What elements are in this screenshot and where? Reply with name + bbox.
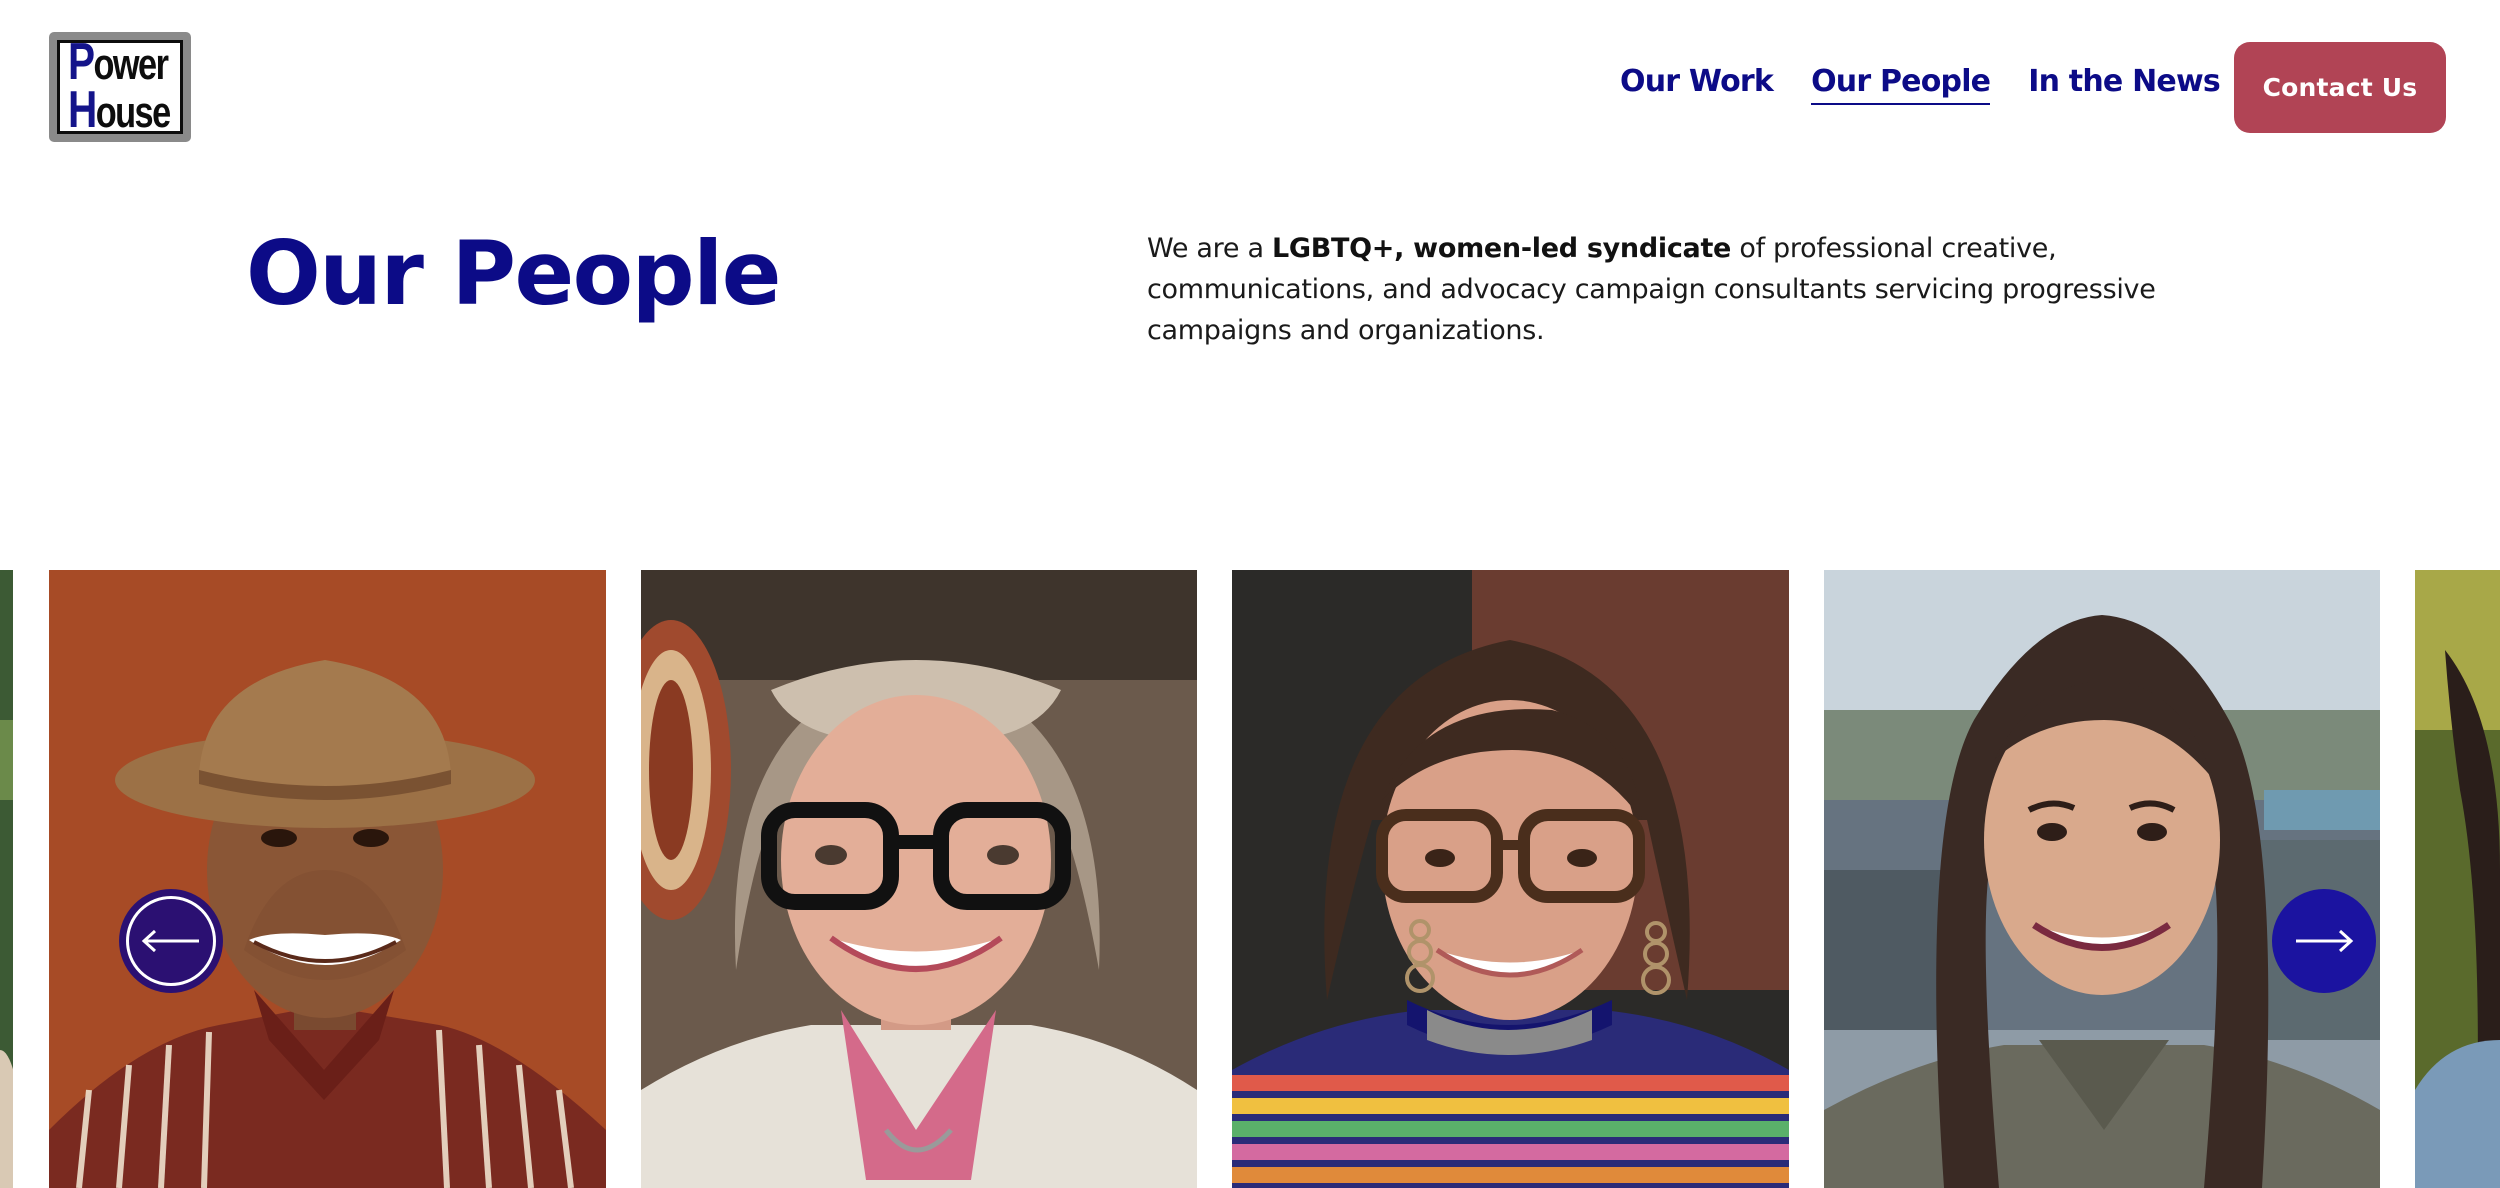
logo-text-line2: ouse: [95, 88, 171, 137]
person-card-partial-left[interactable]: [0, 570, 13, 1188]
person-photo: [1232, 570, 1789, 1188]
page-title: Our People: [246, 222, 781, 325]
carousel-next-button[interactable]: [2272, 889, 2376, 993]
person-card[interactable]: [1232, 570, 1789, 1188]
person-card-partial-right[interactable]: [2415, 570, 2500, 1188]
intro-highlight: LGBTQ+, women-led syndicate: [1271, 233, 1732, 264]
carousel-prev-button[interactable]: [119, 889, 223, 993]
contact-us-button[interactable]: Contact Us: [2234, 42, 2446, 133]
page: Power House Our Work Our People In the N…: [0, 0, 2500, 1188]
person-photo: [2415, 570, 2500, 1188]
person-photo: [49, 570, 606, 1188]
logo-wordmark: Power House: [57, 36, 183, 137]
people-carousel: [0, 570, 2500, 1188]
person-card[interactable]: [641, 570, 1197, 1188]
nav-link-our-people[interactable]: Our People: [1811, 64, 1991, 105]
logo-cap-h: H: [68, 81, 97, 139]
person-photo: [641, 570, 1197, 1188]
nav-link-in-the-news[interactable]: In the News: [2028, 64, 2220, 105]
arrow-left-icon: [141, 929, 199, 953]
arrow-right-icon: [2296, 929, 2354, 953]
person-card[interactable]: [49, 570, 606, 1188]
person-photo: [0, 570, 13, 1188]
main-nav: Our Work Our People In the News: [1620, 64, 2221, 105]
powerhouse-logo[interactable]: Power House: [49, 32, 191, 142]
logo-text-line1: ower: [93, 40, 168, 90]
person-card[interactable]: [1824, 570, 2380, 1188]
person-photo: [1824, 570, 2380, 1188]
nav-link-our-work[interactable]: Our Work: [1620, 64, 1774, 105]
intro-description: We are a LGBTQ+, women-led syndicate of …: [1147, 233, 2156, 346]
